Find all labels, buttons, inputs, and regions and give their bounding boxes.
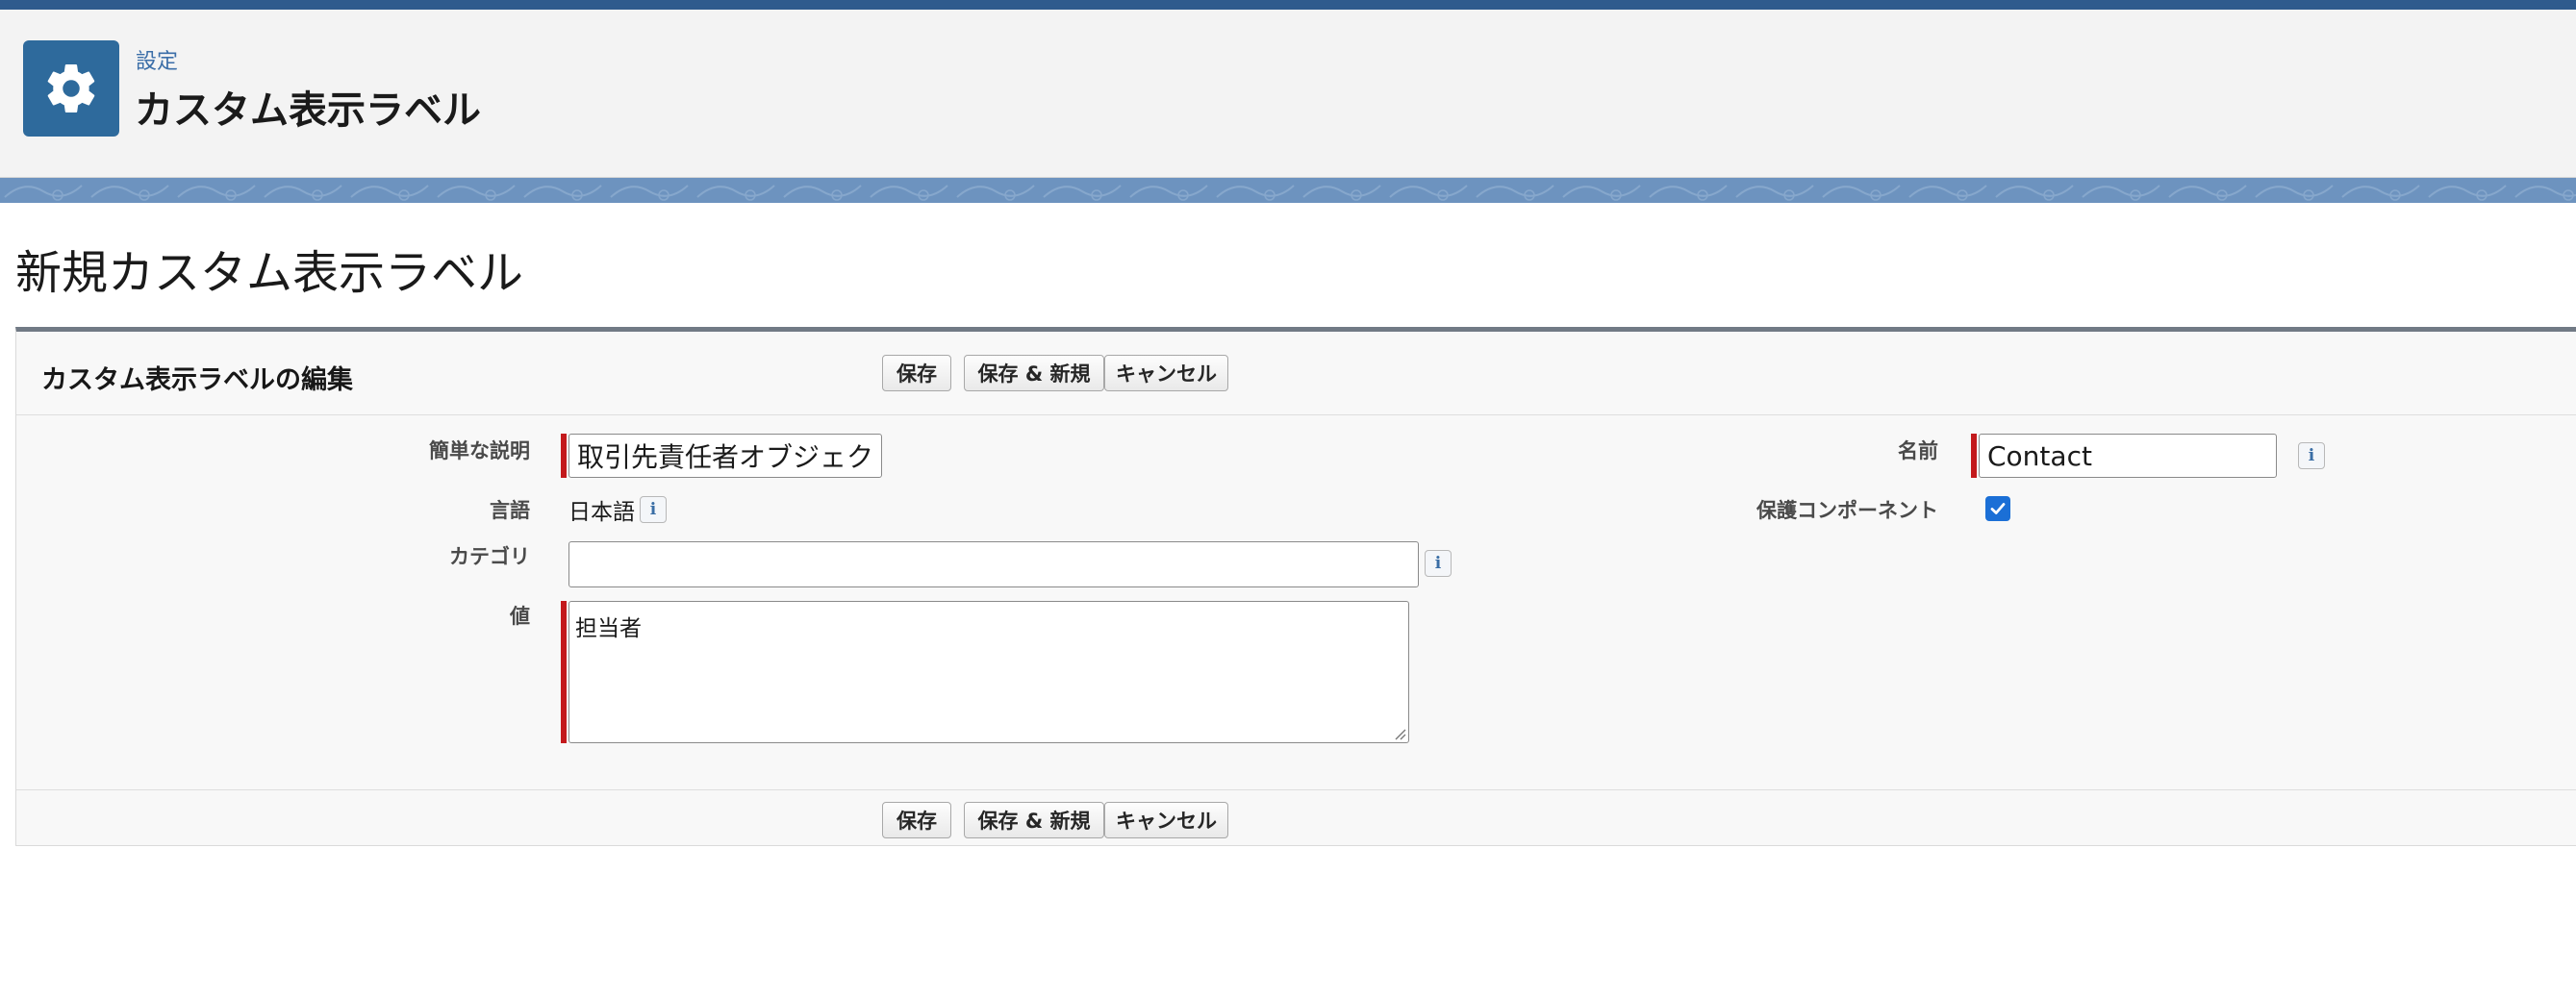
panel-header: カスタム表示ラベルの編集 保存 保存 & 新規 キャンセル bbox=[16, 332, 2576, 415]
page-title: カスタム表示ラベル bbox=[135, 88, 481, 133]
protected-component-label: 保護コンポーネント bbox=[1756, 499, 1938, 522]
save-and-new-button[interactable]: 保存 & 新規 bbox=[964, 355, 1104, 391]
required-indicator bbox=[561, 434, 567, 478]
required-indicator bbox=[561, 601, 567, 743]
language-label: 言語 bbox=[490, 499, 530, 522]
checkmark-icon bbox=[1990, 503, 2006, 514]
category-label: カテゴリ bbox=[449, 545, 530, 568]
decorative-banner bbox=[0, 178, 2576, 203]
language-value: 日本語 bbox=[568, 500, 635, 525]
save-button[interactable]: 保存 bbox=[882, 355, 951, 391]
cancel-button[interactable]: キャンセル bbox=[1104, 355, 1228, 391]
setup-header: 設定 カスタム表示ラベル bbox=[0, 10, 2576, 178]
name-info-icon[interactable]: i bbox=[2298, 442, 2325, 469]
panel-footer: 保存 保存 & 新規 キャンセル bbox=[16, 789, 2576, 848]
top-accent-bar bbox=[0, 0, 2576, 10]
value-label: 値 bbox=[510, 605, 530, 628]
panel-title: カスタム表示ラベルの編集 bbox=[41, 365, 353, 395]
value-textarea[interactable]: 担当者 bbox=[568, 601, 1409, 743]
protected-component-checkbox[interactable] bbox=[1985, 496, 2010, 521]
breadcrumb-setup-link[interactable]: 設定 bbox=[136, 44, 178, 75]
save-and-new-button-bottom[interactable]: 保存 & 新規 bbox=[964, 802, 1104, 838]
short-description-input[interactable]: 取引先責任者オブジェクト bbox=[568, 434, 882, 478]
category-info-icon[interactable]: i bbox=[1425, 550, 1452, 577]
cancel-button-bottom[interactable]: キャンセル bbox=[1104, 802, 1228, 838]
value-text: 担当者 bbox=[575, 616, 642, 641]
edit-panel: カスタム表示ラベルの編集 保存 保存 & 新規 キャンセル 簡単な説明 取引先責… bbox=[15, 327, 2576, 846]
save-button-bottom[interactable]: 保存 bbox=[882, 802, 951, 838]
name-input[interactable]: Contact bbox=[1979, 434, 2277, 478]
name-label: 名前 bbox=[1898, 439, 1938, 462]
language-info-icon[interactable]: i bbox=[640, 496, 667, 523]
short-description-label: 簡単な説明 bbox=[429, 439, 530, 462]
main-title: 新規カスタム表示ラベル bbox=[15, 246, 524, 300]
category-input[interactable] bbox=[568, 541, 1419, 587]
resize-handle-icon[interactable] bbox=[1393, 727, 1406, 740]
gear-icon bbox=[23, 40, 119, 137]
required-indicator bbox=[1971, 434, 1977, 478]
